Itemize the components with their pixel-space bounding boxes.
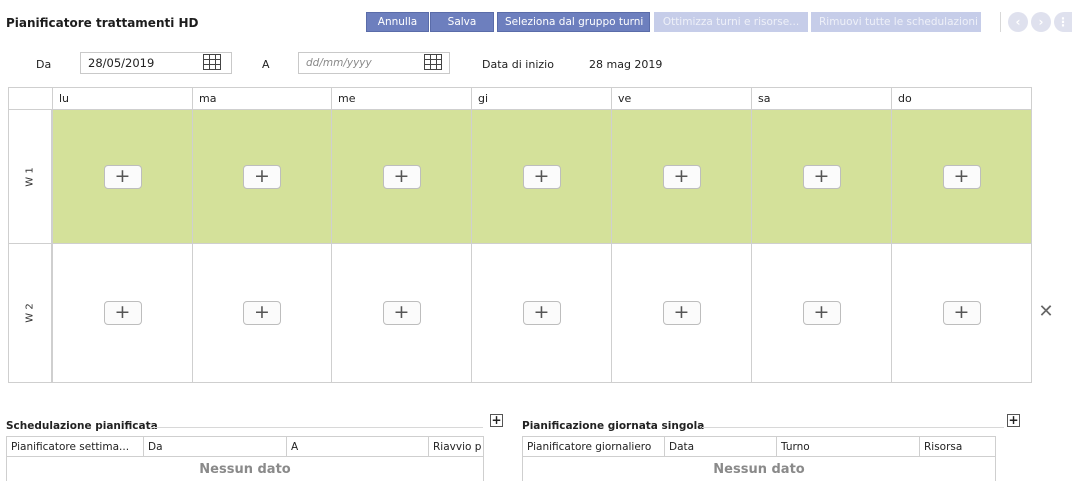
date-filter-row: Da 28/05/2019 A dd/mm/yyyy Data di inizi… [0, 50, 1072, 78]
single-day-table: Pianificatore giornaliero Data Turno Ris… [522, 436, 996, 481]
week-label: W 1 [9, 110, 52, 243]
day-cell: + [751, 110, 891, 243]
day-cell: + [471, 244, 611, 382]
column-header[interactable]: Turno [776, 437, 919, 457]
more-icon[interactable]: ⋮ [1054, 12, 1072, 32]
save-button[interactable]: Salva [430, 12, 494, 32]
day-header-sunday: do [891, 88, 1031, 110]
day-header-monday: lu [52, 88, 192, 110]
column-header[interactable]: Risorsa [919, 437, 995, 457]
week-label-text: W 1 [24, 166, 36, 187]
add-scheduled-plus-icon[interactable]: + [490, 414, 503, 427]
calendar-header-row: lu ma me gi ve sa do [9, 88, 1031, 110]
single-day-section-title: Pianificazione giornata singola [522, 420, 705, 432]
day-cell: + [751, 244, 891, 382]
scheduled-table: Pianificatore settima... Da A Riavvio p … [6, 436, 484, 481]
day-cell: + [192, 244, 331, 382]
day-cell: + [52, 110, 192, 243]
start-date-value: 28 mag 2019 [582, 54, 692, 76]
add-slot-button[interactable]: + [802, 301, 841, 325]
add-slot-button[interactable]: + [942, 164, 981, 189]
day-cell: + [891, 110, 1031, 243]
from-date-value: 28/05/2019 [88, 56, 155, 70]
add-slot-button[interactable]: + [662, 164, 701, 189]
scheduled-section-title: Schedulazione pianificata [6, 420, 158, 432]
add-slot-button[interactable]: + [522, 164, 561, 189]
column-header[interactable]: Pianificatore giornaliero [523, 437, 664, 457]
section-divider [150, 427, 483, 428]
section-divider [702, 427, 1004, 428]
add-slot-button[interactable]: + [103, 164, 142, 189]
day-header-friday: ve [611, 88, 751, 110]
chevron-right-icon[interactable]: › [1031, 12, 1051, 32]
to-label: A [262, 58, 270, 71]
to-date-placeholder: dd/mm/yyyy [306, 57, 372, 69]
single-day-table-header: Pianificatore giornaliero Data Turno Ris… [523, 437, 995, 457]
scheduled-table-header: Pianificatore settima... Da A Riavvio p [7, 437, 483, 457]
close-icon[interactable]: ✕ [1036, 302, 1056, 322]
add-slot-button[interactable]: + [942, 301, 981, 325]
day-cell: + [192, 110, 331, 243]
day-cell: + [471, 110, 611, 243]
add-slot-button[interactable]: + [662, 301, 701, 325]
add-slot-button[interactable]: + [522, 301, 561, 325]
add-slot-button[interactable]: + [382, 301, 421, 325]
add-single-day-plus-icon[interactable]: + [1007, 414, 1020, 427]
day-header-thursday: gi [471, 88, 611, 110]
day-header-wednesday: me [331, 88, 471, 110]
week-row-1: W 1 + + + + + + + [9, 110, 1031, 244]
toolbar-divider [1000, 12, 1001, 32]
column-header[interactable]: Data [664, 437, 776, 457]
calendar-icon[interactable] [203, 54, 221, 70]
day-cell: + [611, 110, 751, 243]
remove-all-schedules-button[interactable]: Rimuovi tutte le schedulazioni [811, 12, 981, 32]
add-slot-button[interactable]: + [103, 301, 142, 325]
day-header-tuesday: ma [192, 88, 332, 110]
chevron-left-icon[interactable]: ‹ [1008, 12, 1028, 32]
column-header[interactable]: A [286, 437, 428, 457]
day-cell: + [891, 244, 1031, 382]
empty-state-text: Nessun dato [199, 462, 291, 477]
page-title: Pianificatore trattamenti HD [6, 16, 199, 30]
day-header-saturday: sa [751, 88, 891, 110]
empty-state-text: Nessun dato [713, 462, 805, 477]
week-label-text: W 2 [24, 303, 36, 323]
start-date-label: Data di inizio [482, 58, 554, 71]
select-from-shift-group-button[interactable]: Seleziona dal gruppo turni [497, 12, 650, 32]
optimize-shifts-button[interactable]: Ottimizza turni e risorse... [654, 12, 808, 32]
cancel-button[interactable]: Annulla [366, 12, 429, 32]
day-cell: + [52, 244, 192, 382]
day-cell: + [331, 110, 471, 243]
calendar-icon[interactable] [424, 54, 442, 70]
add-slot-button[interactable]: + [243, 164, 281, 189]
weekly-calendar-grid: lu ma me gi ve sa do W 1 + + + + + + + W… [8, 87, 1032, 383]
page-header: Pianificatore trattamenti HD Annulla Sal… [0, 0, 1072, 40]
week-label: W 2 [9, 244, 52, 382]
column-header[interactable]: Riavvio p [428, 437, 483, 457]
add-slot-button[interactable]: + [802, 164, 841, 189]
week-row-2: W 2 + + + + + + + [9, 244, 1031, 382]
add-slot-button[interactable]: + [382, 164, 421, 189]
day-cell: + [611, 244, 751, 382]
column-header[interactable]: Da [143, 437, 286, 457]
add-slot-button[interactable]: + [243, 301, 281, 325]
day-cell: + [331, 244, 471, 382]
column-header[interactable]: Pianificatore settima... [7, 437, 143, 457]
from-label: Da [36, 58, 52, 71]
